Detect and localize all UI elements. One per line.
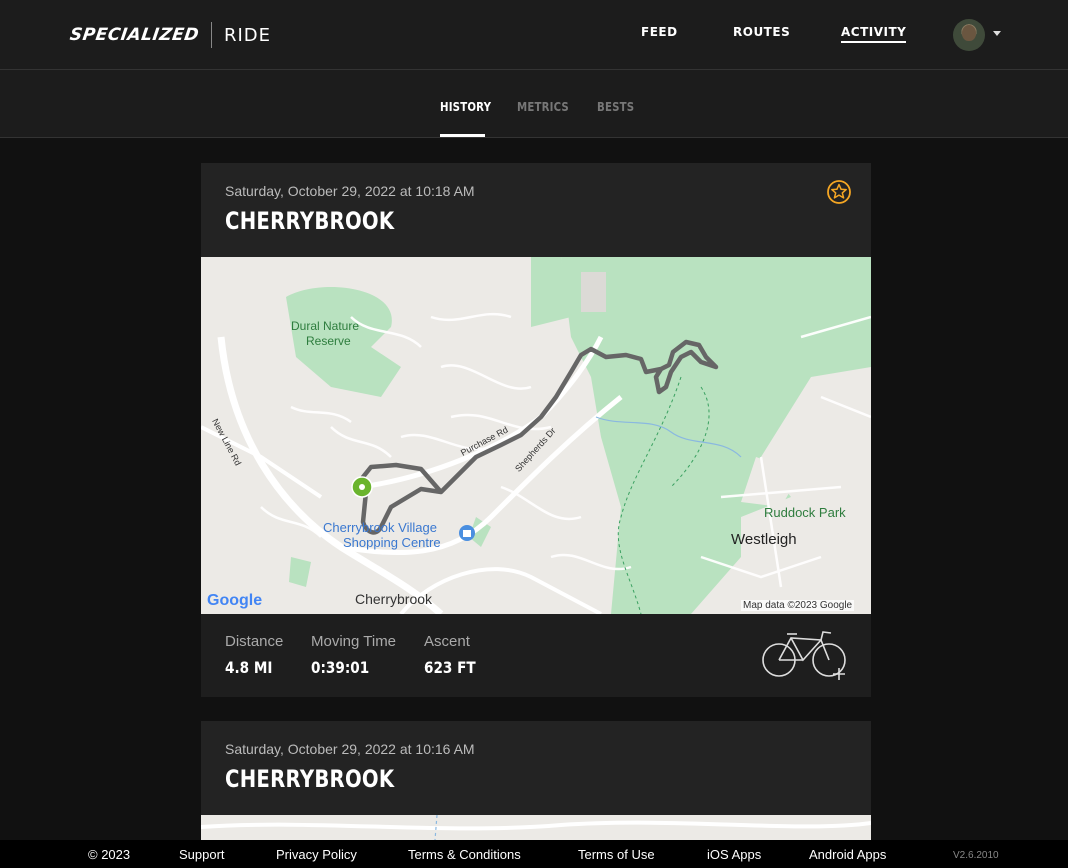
user-avatar[interactable]	[953, 19, 985, 51]
tab-history[interactable]: HISTORY	[440, 100, 491, 114]
google-logo: Google	[207, 592, 263, 609]
map-label-cherrybrook: Cherrybrook	[355, 591, 433, 607]
add-bike-icon[interactable]	[761, 628, 851, 684]
stat-moving-time-label: Moving Time	[311, 633, 397, 650]
activity-card[interactable]: Saturday, October 29, 2022 at 10:18 AM C…	[201, 163, 871, 257]
nav-feed[interactable]: FEED	[641, 25, 678, 39]
activity-subnav: HISTORY METRICS BESTS	[0, 70, 1068, 138]
brand-divider	[210, 22, 212, 48]
active-tab-indicator	[440, 134, 485, 137]
stat-ascent-label: Ascent	[424, 633, 470, 650]
map-label-village-2: Shopping Centre	[343, 535, 441, 550]
map-attribution[interactable]: Map data ©2023 Google	[741, 600, 855, 611]
brand[interactable]: SPECIALIZED RIDE	[68, 20, 272, 50]
footer-link-privacy-policy[interactable]: Privacy Policy	[276, 847, 357, 862]
route-map[interactable]: Dural Nature Reserve New Line Rd Purchas…	[201, 257, 871, 614]
tab-bests[interactable]: BESTS	[597, 100, 634, 114]
nav-activity[interactable]: ACTIVITY	[841, 25, 907, 43]
route-map-preview[interactable]	[201, 815, 871, 840]
stat-moving-time-value: 0:39:01	[311, 658, 370, 677]
map-label-dural-1: Dural Nature	[291, 319, 360, 333]
map-label-westleigh: Westleigh	[731, 531, 797, 548]
activity-title[interactable]: CHERRYBROOK	[225, 765, 394, 793]
activity-date: Saturday, October 29, 2022 at 10:16 AM	[225, 741, 475, 757]
activity-date: Saturday, October 29, 2022 at 10:18 AM	[225, 183, 475, 199]
star-badge-icon[interactable]	[826, 179, 852, 205]
footer-link-terms-conditions[interactable]: Terms & Conditions	[408, 847, 521, 862]
tab-metrics[interactable]: METRICS	[517, 100, 569, 114]
activity-card[interactable]: Saturday, October 29, 2022 at 10:16 AM C…	[201, 721, 871, 840]
footer-link-support[interactable]: Support	[179, 847, 225, 862]
map-label-ruddock-park: Ruddock Park	[764, 505, 846, 520]
footer: © 2023 Support Privacy Policy Terms & Co…	[0, 840, 1068, 868]
stat-distance-value: 4.8 MI	[225, 658, 273, 677]
app-version: V2.6.2010	[953, 850, 999, 861]
activity-title[interactable]: CHERRYBROOK	[225, 207, 394, 235]
stat-ascent-value: 623 FT	[424, 658, 476, 677]
map-label-village-1: Cherrybrook Village	[323, 520, 437, 535]
footer-link-android-apps[interactable]: Android Apps	[809, 847, 886, 862]
top-navigation-bar: SPECIALIZED RIDE FEED ROUTES ACTIVITY	[0, 0, 1068, 70]
nav-routes[interactable]: ROUTES	[733, 25, 790, 39]
footer-copyright: © 2023	[88, 847, 131, 862]
specialized-logo: SPECIALIZED	[68, 25, 201, 45]
stat-distance-label: Distance	[225, 633, 284, 650]
ride-wordmark: RIDE	[223, 24, 272, 46]
activity-stats: Distance 4.8 MI Moving Time 0:39:01 Asce…	[201, 614, 871, 697]
footer-link-ios-apps[interactable]: iOS Apps	[707, 847, 761, 862]
map-canvas	[201, 257, 871, 614]
caret-down-icon[interactable]	[993, 31, 1001, 36]
map-label-dural-2: Reserve	[306, 334, 351, 348]
footer-link-terms-of-use[interactable]: Terms of Use	[578, 847, 655, 862]
